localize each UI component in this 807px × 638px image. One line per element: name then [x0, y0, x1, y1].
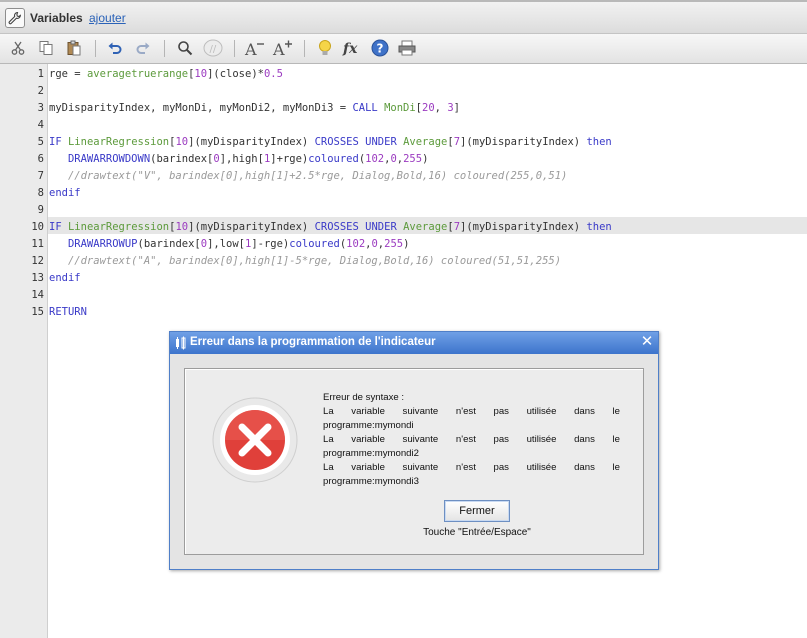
app-icon	[176, 336, 186, 350]
code-text[interactable]: IF LinearRegression[10](myDisparityIndex…	[49, 219, 612, 236]
line-number: 13	[31, 272, 44, 284]
close-icon[interactable]: ✕	[639, 334, 655, 350]
code-text[interactable]: endif	[49, 185, 81, 202]
code-line[interactable]: 6 DRAWARROWDOWN(barindex[0],high[1]+rge)…	[0, 151, 807, 168]
code-text[interactable]: //drawtext("V", barindex[0],high[1]+2.5*…	[49, 168, 567, 185]
error-line-var: programme:mymondi3	[323, 476, 419, 487]
error-line-var: programme:mymondi2	[323, 448, 419, 459]
code-line[interactable]: 12 //drawtext("A", barindex[0],high[1]-5…	[0, 253, 807, 270]
error-dialog: Erreur dans la programmation de l'indica…	[169, 331, 659, 570]
font-increase-icon[interactable]: A	[272, 37, 294, 59]
error-x-icon	[212, 397, 298, 483]
code-line[interactable]: 7 //drawtext("V", barindex[0],high[1]+2.…	[0, 168, 807, 185]
font-decrease-glyph: A	[244, 40, 257, 57]
line-number: 11	[31, 238, 44, 250]
paste-icon[interactable]	[63, 37, 85, 59]
code-line[interactable]: 8 endif	[0, 185, 807, 202]
dialog-title: Erreur dans la programmation de l'indica…	[190, 336, 436, 348]
code-line[interactable]: 1 rge = averagetruerange[10](close)*0.5	[0, 66, 807, 83]
editor-toolbar: // A A fx ?	[0, 34, 807, 64]
undo-icon[interactable]	[104, 37, 126, 59]
cut-icon[interactable]	[7, 37, 29, 59]
code-text[interactable]: endif	[49, 270, 81, 287]
variables-title: Variables	[30, 11, 83, 25]
keyboard-hint: Touche "Entrée/Espace"	[423, 527, 531, 538]
code-line[interactable]: 5 IF LinearRegression[10](myDisparityInde…	[0, 134, 807, 151]
code-line[interactable]: 11 DRAWARROWUP(barindex[0],low[1]-rge)co…	[0, 236, 807, 253]
line-number: 8	[37, 187, 44, 199]
code-line[interactable]: 2	[0, 83, 807, 100]
error-header: Erreur de syntaxe :	[323, 392, 405, 403]
wrench-icon[interactable]	[5, 8, 25, 28]
help-glyph: ?	[377, 42, 384, 56]
line-number: 12	[31, 255, 44, 267]
line-number: 10	[31, 221, 44, 233]
font-decrease-icon[interactable]: A	[244, 37, 266, 59]
line-number: 2	[37, 85, 44, 97]
line-number: 5	[37, 136, 44, 148]
error-line-var: programme:mymondi	[323, 420, 414, 431]
code-text[interactable]: myDisparityIndex, myMonDi, myMonDi2, myM…	[49, 100, 460, 117]
error-line: La variable suivante n'est pas utilisée …	[323, 462, 620, 473]
line-number: 1	[37, 68, 44, 80]
code-text[interactable]: rge = averagetruerange[10](close)*0.5	[49, 66, 283, 83]
print-icon[interactable]	[396, 37, 418, 59]
line-number: 14	[31, 289, 44, 301]
close-button[interactable]: Fermer	[444, 500, 510, 522]
line-number: 6	[37, 153, 44, 165]
error-line: La variable suivante n'est pas utilisée …	[323, 434, 620, 445]
code-text[interactable]: //drawtext("A", barindex[0],high[1]-5*rg…	[49, 253, 561, 270]
error-message: Erreur de syntaxe : La variable suivante…	[323, 391, 620, 489]
search-icon[interactable]	[174, 37, 196, 59]
comment-icon[interactable]: //	[202, 37, 224, 59]
line-number: 9	[37, 204, 44, 216]
line-number: 7	[37, 170, 44, 182]
code-text[interactable]: DRAWARROWUP(barindex[0],low[1]-rge)colou…	[49, 236, 409, 253]
code-text[interactable]: IF LinearRegression[10](myDisparityIndex…	[49, 134, 612, 151]
svg-text://: //	[210, 44, 217, 55]
font-increase-glyph: A	[272, 40, 285, 57]
code-line[interactable]: 10 IF LinearRegression[10](myDisparityInd…	[0, 219, 807, 236]
dialog-content: Erreur de syntaxe : La variable suivante…	[184, 368, 644, 555]
code-line[interactable]: 3 myDisparityIndex, myMonDi, myMonDi2, my…	[0, 100, 807, 117]
error-line: La variable suivante n'est pas utilisée …	[323, 406, 620, 417]
line-number: 3	[37, 102, 44, 114]
variables-bar: Variables ajouter	[0, 0, 807, 34]
code-line[interactable]: 15 RETURN	[0, 304, 807, 321]
help-icon[interactable]: ?	[369, 37, 391, 59]
redo-icon[interactable]	[132, 37, 154, 59]
code-text[interactable]: RETURN	[49, 304, 87, 321]
code-line[interactable]: 4	[0, 117, 807, 134]
code-line[interactable]: 13 endif	[0, 270, 807, 287]
lightbulb-icon[interactable]	[314, 37, 336, 59]
code-text[interactable]: DRAWARROWDOWN(barindex[0],high[1]+rge)co…	[49, 151, 428, 168]
line-number: 15	[31, 306, 44, 318]
fx-glyph: fx	[342, 41, 358, 57]
add-variable-link[interactable]: ajouter	[89, 11, 126, 25]
line-number: 4	[37, 119, 44, 131]
function-icon[interactable]: fx	[341, 37, 363, 59]
code-line[interactable]: 9	[0, 202, 807, 219]
copy-icon[interactable]	[35, 37, 57, 59]
dialog-title-bar: Erreur dans la programmation de l'indica…	[170, 332, 658, 354]
code-line[interactable]: 14	[0, 287, 807, 304]
